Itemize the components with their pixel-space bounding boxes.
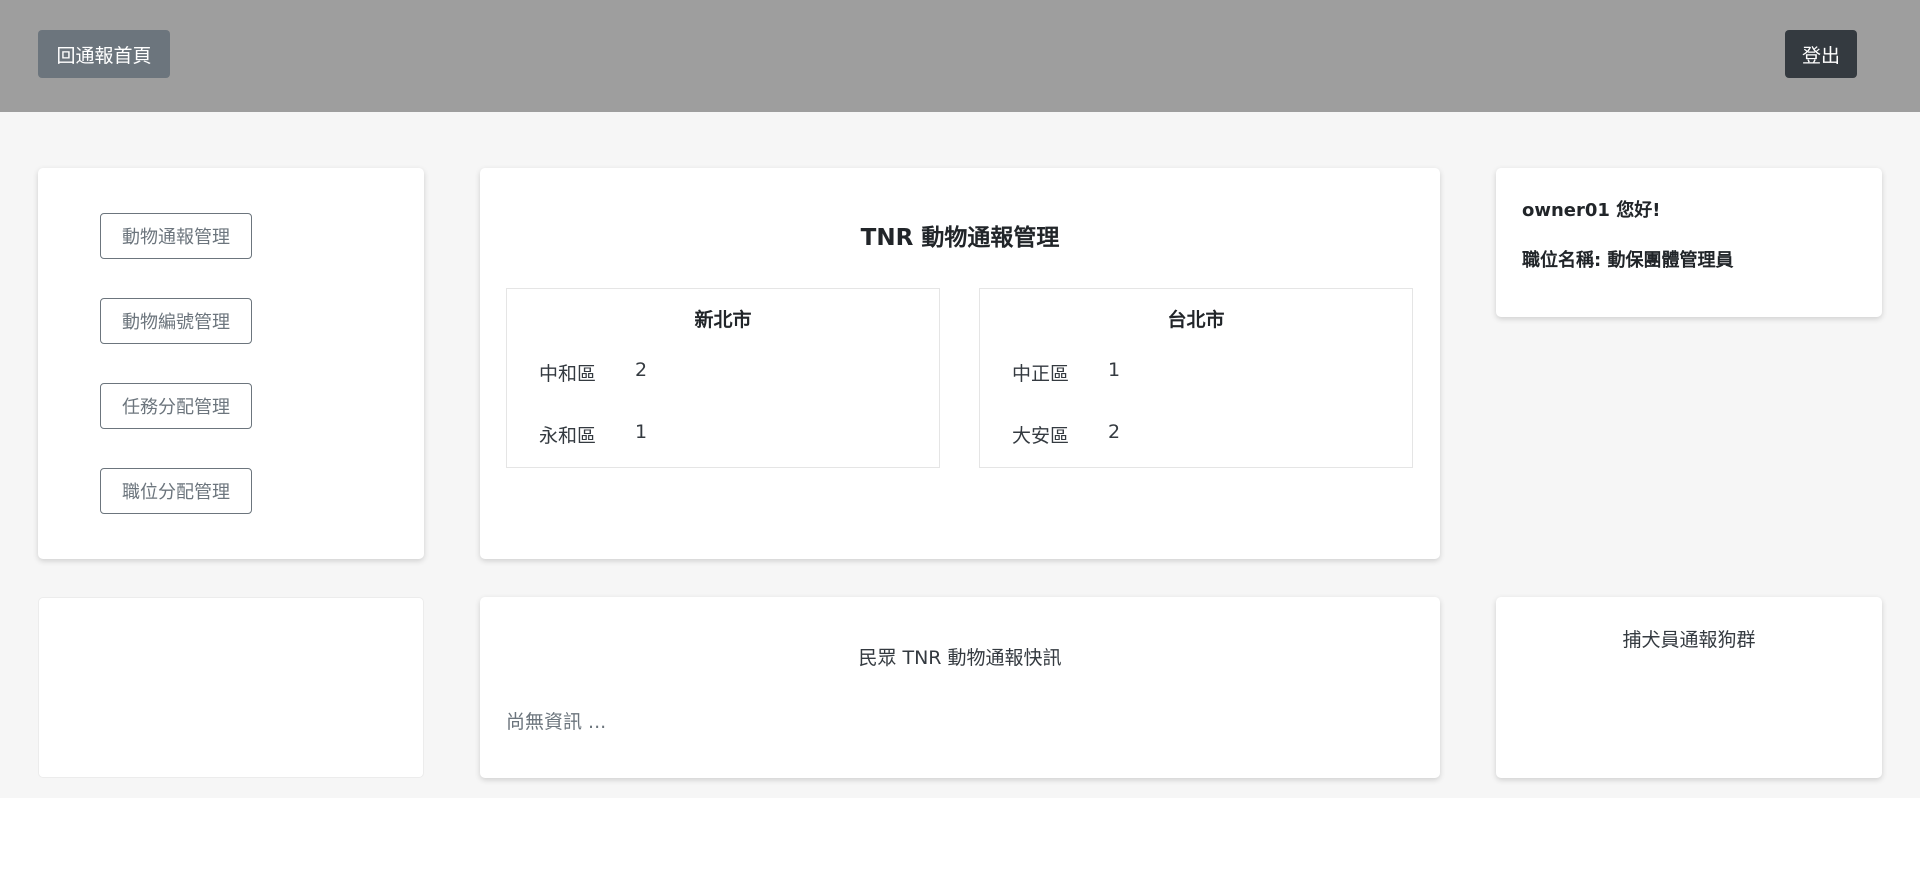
sidebar-item-task-assignment-management[interactable]: 任務分配管理 xyxy=(100,383,252,429)
user-greeting: owner01 您好! xyxy=(1522,200,1661,221)
district-count: 1 xyxy=(1108,359,1121,381)
top-navbar: 回通報首頁 登出 xyxy=(0,0,1920,112)
city-name: 台北市 xyxy=(1167,309,1225,331)
news-empty-message: 尚無資訊 ... xyxy=(506,711,607,733)
empty-card xyxy=(38,597,424,778)
sidebar-item-position-assignment-management[interactable]: 職位分配管理 xyxy=(100,468,252,514)
back-to-report-home-button[interactable]: 回通報首頁 xyxy=(38,30,170,78)
district-count: 2 xyxy=(1108,421,1121,443)
catcher-title: 捕犬員通報狗群 xyxy=(1622,629,1756,651)
user-info-card: owner01 您好! 職位名稱: 動保團體管理員 xyxy=(1496,168,1882,317)
sidebar-item-animal-report-management[interactable]: 動物通報管理 xyxy=(100,213,252,259)
sidebar-item-animal-number-management[interactable]: 動物編號管理 xyxy=(100,298,252,344)
city-name: 新北市 xyxy=(694,309,752,331)
district-count: 1 xyxy=(635,421,648,443)
sidebar-menu-card: 動物通報管理 動物編號管理 任務分配管理 職位分配管理 xyxy=(38,168,424,559)
news-title: 民眾 TNR 動物通報快訊 xyxy=(858,647,1062,669)
city-box-taipei: 台北市 中正區 1 大安區 2 xyxy=(979,288,1413,468)
report-management-card: TNR 動物通報管理 新北市 中和區 2 永和區 1 台北市 中正區 1 大安區… xyxy=(480,168,1440,559)
district-name: 永和區 xyxy=(539,425,597,447)
city-box-new-taipei: 新北市 中和區 2 永和區 1 xyxy=(506,288,940,468)
district-row[interactable]: 中和區 2 xyxy=(539,359,647,386)
page-title: TNR 動物通報管理 xyxy=(860,225,1060,251)
logout-button[interactable]: 登出 xyxy=(1785,30,1857,78)
district-count: 2 xyxy=(635,359,648,381)
district-name: 大安區 xyxy=(1012,425,1070,447)
district-name: 中正區 xyxy=(1012,363,1070,385)
district-row[interactable]: 中正區 1 xyxy=(1012,359,1120,386)
user-role: 職位名稱: 動保團體管理員 xyxy=(1522,250,1734,271)
district-row[interactable]: 永和區 1 xyxy=(539,421,647,448)
district-row[interactable]: 大安區 2 xyxy=(1012,421,1120,448)
dog-catcher-report-card: 捕犬員通報狗群 xyxy=(1496,597,1882,778)
public-report-news-card: 民眾 TNR 動物通報快訊 尚無資訊 ... xyxy=(480,597,1440,778)
district-name: 中和區 xyxy=(539,363,597,385)
